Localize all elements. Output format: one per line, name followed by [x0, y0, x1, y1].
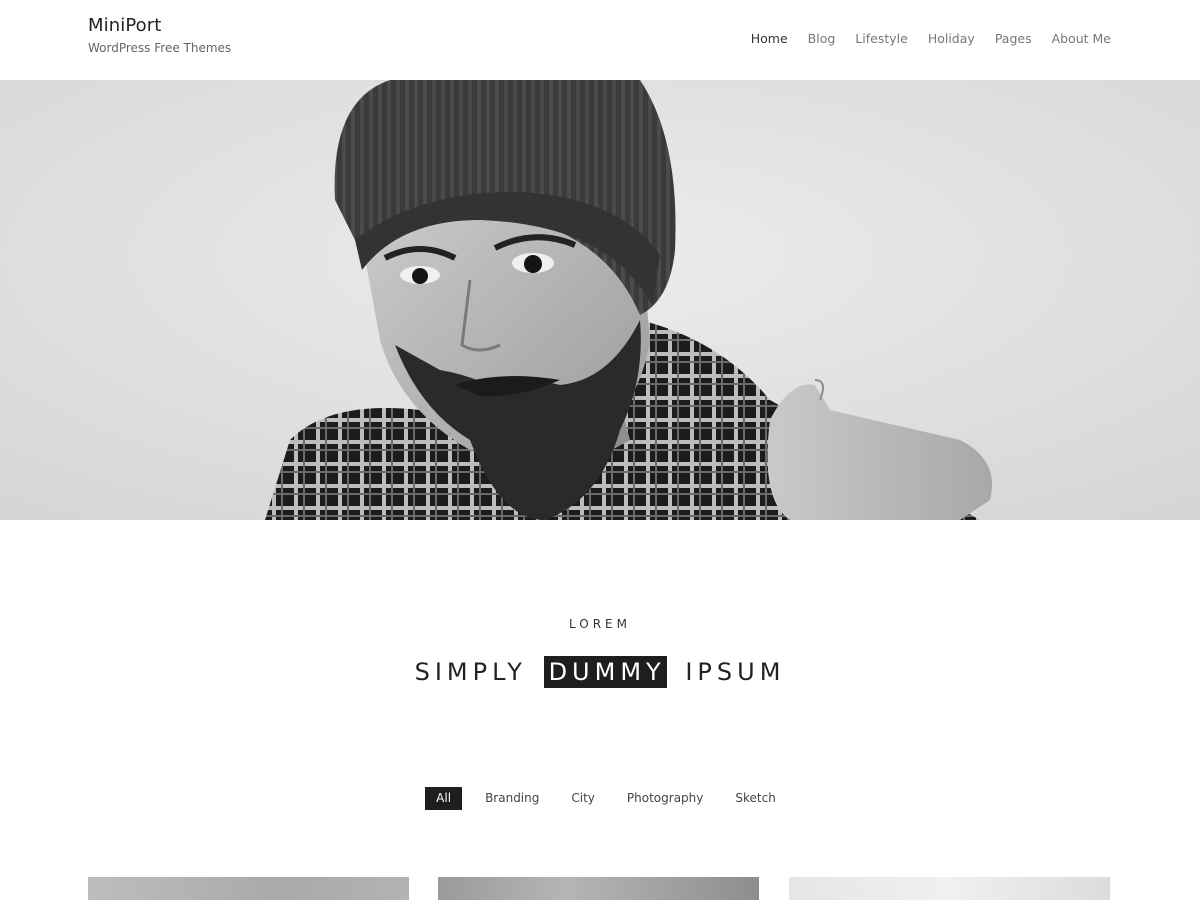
headline-highlight: DUMMY [543, 656, 667, 688]
portfolio-image-1[interactable] [88, 877, 409, 900]
headline-part-before: SIMPLY [414, 658, 527, 686]
nav-item-about-me[interactable]: About Me [1052, 31, 1111, 46]
nav-item-lifestyle[interactable]: Lifestyle [855, 31, 908, 46]
portfolio-image-3[interactable] [789, 877, 1110, 900]
filter-city[interactable]: City [562, 787, 604, 810]
main-nav: Home Blog Lifestyle Holiday Pages About … [751, 31, 1111, 46]
filter-photography[interactable]: Photography [618, 787, 712, 810]
nav-item-blog[interactable]: Blog [808, 31, 836, 46]
nav-item-home[interactable]: Home [751, 31, 788, 46]
filter-all[interactable]: All [425, 787, 463, 810]
filter-sketch[interactable]: Sketch [726, 787, 784, 810]
headline-part-after: IPSUM [685, 658, 786, 686]
filter-branding[interactable]: Branding [476, 787, 548, 810]
site-tagline: WordPress Free Themes [88, 41, 232, 55]
section-eyebrow: LOREM [569, 617, 631, 631]
portfolio-filters: All Branding City Photography Sketch [0, 787, 1200, 810]
portfolio-image-2[interactable] [438, 877, 759, 900]
site-title[interactable]: MiniPort [88, 15, 161, 36]
nav-item-holiday[interactable]: Holiday [928, 31, 975, 46]
section-headline: SIMPLY DUMMY IPSUM [0, 656, 1200, 688]
hero-portrait-image [0, 80, 1200, 520]
nav-item-pages[interactable]: Pages [995, 31, 1032, 46]
site-header: MiniPort WordPress Free Themes Home Blog… [0, 0, 1200, 80]
hero-image [0, 80, 1200, 520]
